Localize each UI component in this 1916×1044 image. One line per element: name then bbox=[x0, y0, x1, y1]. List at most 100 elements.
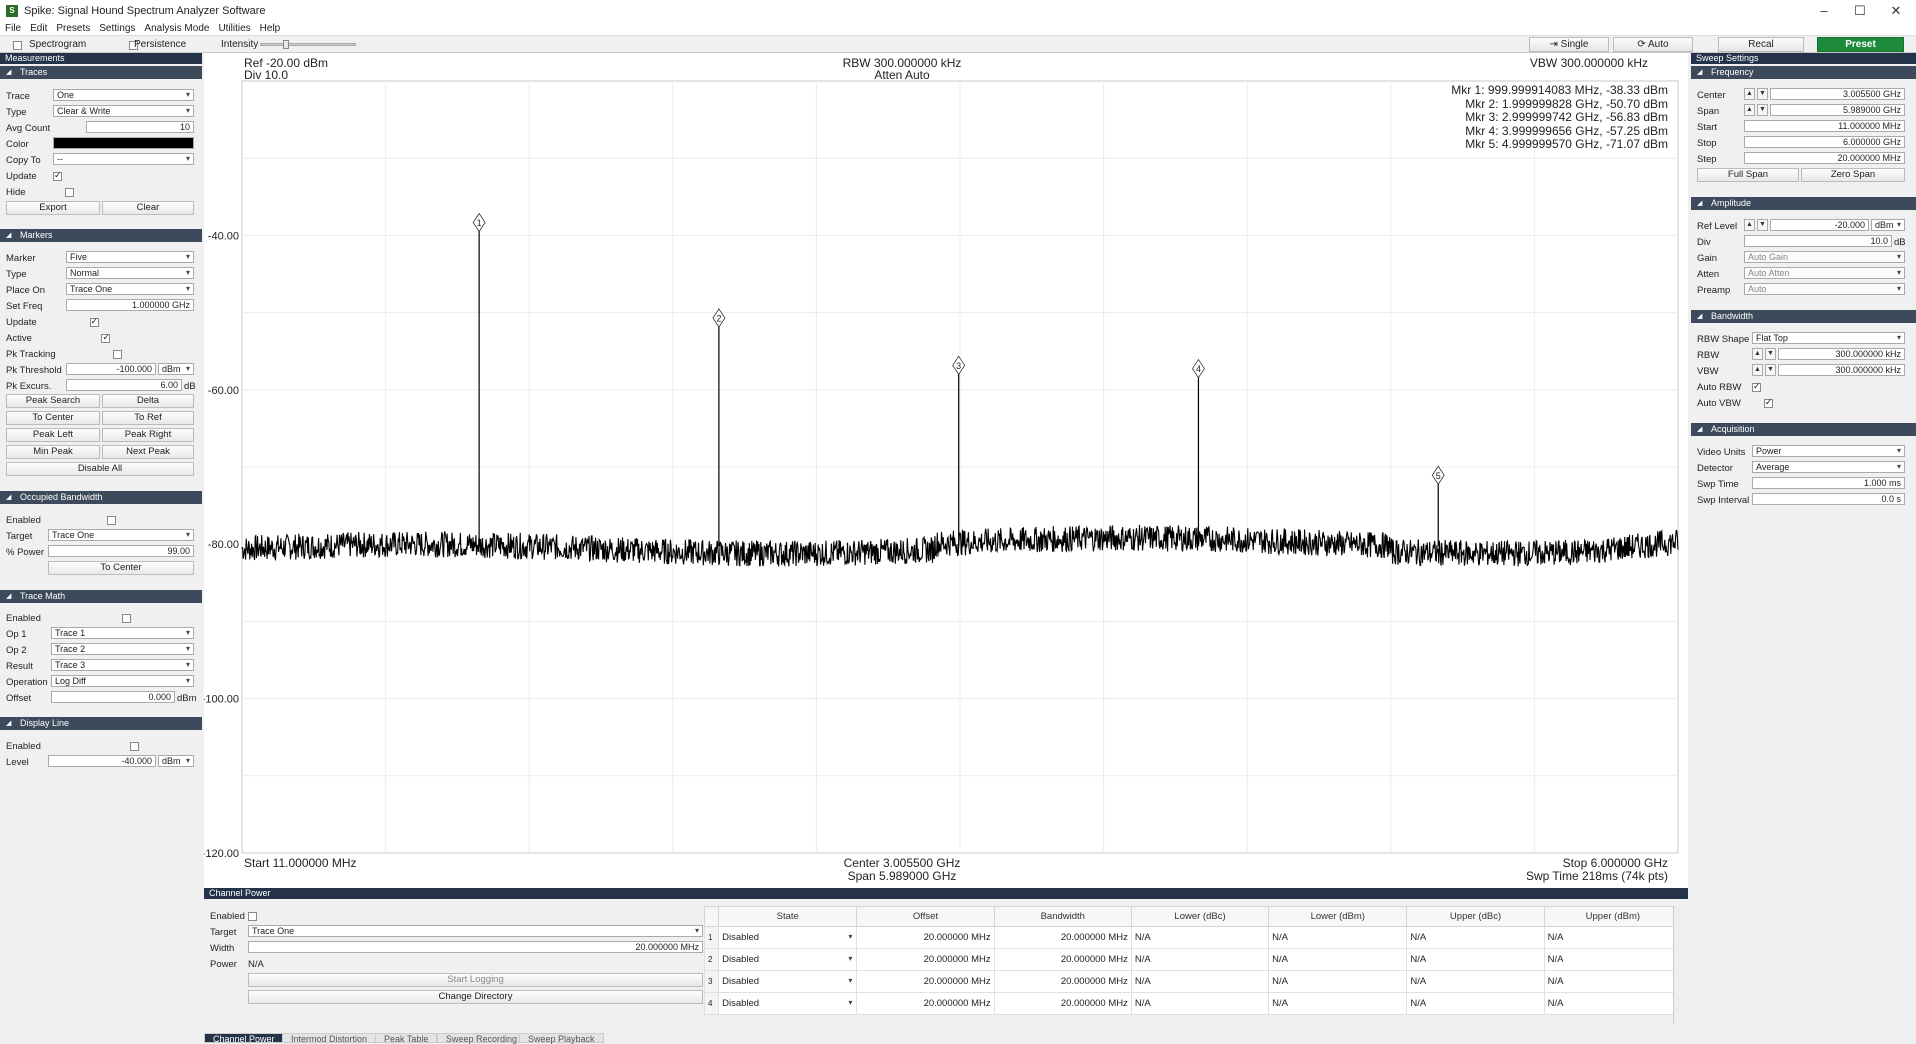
rbw-down-icon[interactable]: ▼ bbox=[1765, 348, 1776, 360]
menu-edit[interactable]: Edit bbox=[30, 23, 47, 34]
vbw-down-icon[interactable]: ▼ bbox=[1765, 364, 1776, 376]
display-line-section-header[interactable]: Display Line bbox=[0, 717, 202, 730]
change-directory-button[interactable]: Change Directory bbox=[248, 990, 703, 1004]
tm-enabled-checkbox[interactable] bbox=[121, 613, 131, 623]
swp-time-input[interactable]: 1.000 ms bbox=[1752, 477, 1905, 489]
marker-select[interactable]: Five bbox=[66, 251, 194, 263]
trace-math-section-header[interactable]: Trace Math bbox=[0, 590, 202, 603]
row-state-select[interactable]: Disabled ▾ bbox=[718, 948, 858, 971]
obw-target-select[interactable]: Trace One bbox=[48, 529, 194, 541]
obw-power-input[interactable]: 99.00 bbox=[48, 545, 194, 557]
next-peak-button[interactable]: Next Peak bbox=[102, 445, 194, 459]
auto-vbw-checkbox[interactable] bbox=[1763, 397, 1773, 408]
table-row[interactable]: 1 Disabled ▾ 20.000000 MHz 20.000000 MHz N/A N… bbox=[703, 926, 1683, 949]
preset-button[interactable]: Preset bbox=[1817, 37, 1904, 52]
marker-active-checkbox[interactable] bbox=[101, 332, 111, 343]
span-input[interactable]: 5.989000 GHz bbox=[1770, 104, 1905, 116]
menu-analysis-mode[interactable]: Analysis Mode bbox=[144, 23, 209, 34]
rbw-up-icon[interactable]: ▲ bbox=[1752, 348, 1763, 360]
frequency-section-header[interactable]: Frequency bbox=[1691, 66, 1916, 79]
trace-type-select[interactable]: Clear & Write bbox=[53, 105, 194, 117]
span-up-icon[interactable]: ▲ bbox=[1744, 104, 1755, 116]
auto-rbw-checkbox[interactable] bbox=[1752, 381, 1761, 392]
span-down-icon[interactable]: ▼ bbox=[1757, 104, 1768, 116]
ref-down-icon[interactable]: ▼ bbox=[1757, 219, 1768, 231]
spectrogram-checkbox[interactable] bbox=[13, 40, 22, 50]
disable-all-button[interactable]: Disable All bbox=[6, 462, 194, 476]
row-state-select[interactable]: Disabled ▾ bbox=[718, 926, 858, 949]
tm-offset-input[interactable]: 0.000 bbox=[51, 691, 175, 703]
table-row[interactable]: 3 Disabled ▾ 20.000000 MHz 20.000000 MHz N/A N… bbox=[703, 970, 1683, 993]
avg-count-input[interactable]: 10 bbox=[86, 121, 194, 133]
peak-search-button[interactable]: Peak Search bbox=[6, 394, 100, 408]
pk-threshold-input[interactable]: -100.000 bbox=[66, 363, 156, 375]
acquisition-section-header[interactable]: Acquisition bbox=[1691, 423, 1916, 436]
obw-to-center-button[interactable]: To Center bbox=[48, 561, 194, 575]
peak-right-button[interactable]: Peak Right bbox=[102, 428, 194, 442]
cp-enabled-checkbox[interactable] bbox=[248, 911, 257, 921]
auto-button[interactable]: ⟳ Auto bbox=[1613, 37, 1693, 52]
single-button[interactable]: ⇥ Single bbox=[1529, 37, 1609, 52]
menu-presets[interactable]: Presets bbox=[56, 23, 90, 34]
gain-select[interactable]: Auto Gain bbox=[1744, 251, 1905, 263]
min-peak-button[interactable]: Min Peak bbox=[6, 445, 100, 459]
trace-color-swatch[interactable] bbox=[53, 137, 194, 149]
start-logging-button[interactable]: Start Logging bbox=[248, 973, 703, 987]
to-ref-button[interactable]: To Ref bbox=[102, 411, 194, 425]
intensity-slider[interactable] bbox=[260, 40, 356, 49]
spectrum-graph[interactable]: -40.00 -60.00 -80.00 -100.00 -120.00 1 2 3 4 5 bbox=[204, 53, 1688, 888]
start-freq-input[interactable]: 11.000000 MHz bbox=[1744, 120, 1905, 132]
center-down-icon[interactable]: ▼ bbox=[1757, 88, 1768, 100]
center-freq-input[interactable]: 3.005500 GHz bbox=[1770, 88, 1905, 100]
copy-to-select[interactable]: -- bbox=[53, 153, 194, 165]
detector-select[interactable]: Average bbox=[1752, 461, 1905, 473]
to-center-button[interactable]: To Center bbox=[6, 411, 100, 425]
trace-update-checkbox[interactable] bbox=[53, 170, 62, 181]
ref-up-icon[interactable]: ▲ bbox=[1744, 219, 1755, 231]
rbw-shape-select[interactable]: Flat Top bbox=[1752, 332, 1905, 344]
menu-help[interactable]: Help bbox=[260, 23, 281, 34]
table-scrollbar[interactable] bbox=[1673, 906, 1682, 1024]
clear-button[interactable]: Clear bbox=[102, 201, 194, 215]
op1-select[interactable]: Trace 1 bbox=[51, 627, 194, 639]
export-button[interactable]: Export bbox=[6, 201, 100, 215]
dl-level-input[interactable]: -40.000 bbox=[48, 755, 156, 767]
dl-level-unit-select[interactable]: dBm bbox=[158, 755, 194, 767]
delta-button[interactable]: Delta bbox=[102, 394, 194, 408]
table-row[interactable]: 4 Disabled ▾ 20.000000 MHz 20.000000 MHz N/A N… bbox=[703, 992, 1683, 1015]
step-input[interactable]: 20.000000 MHz bbox=[1744, 152, 1905, 164]
cp-width-input[interactable]: 20.000000 MHz bbox=[248, 941, 703, 953]
tab-channel-power[interactable]: Channel Power bbox=[204, 1033, 284, 1044]
trace-select[interactable]: One bbox=[53, 89, 194, 101]
cp-target-select[interactable]: Trace One bbox=[248, 925, 703, 937]
table-row[interactable]: 2 Disabled ▾ 20.000000 MHz 20.000000 MHz N/A N… bbox=[703, 948, 1683, 971]
zero-span-button[interactable]: Zero Span bbox=[1801, 168, 1905, 182]
bandwidth-section-header[interactable]: Bandwidth bbox=[1691, 310, 1916, 323]
place-on-select[interactable]: Trace One bbox=[66, 283, 194, 295]
marker-type-select[interactable]: Normal bbox=[66, 267, 194, 279]
menu-file[interactable]: File bbox=[5, 23, 21, 34]
result-select[interactable]: Trace 3 bbox=[51, 659, 194, 671]
tab-intermod-distortion[interactable]: Intermod Distortion bbox=[282, 1033, 377, 1044]
video-units-select[interactable]: Power bbox=[1752, 445, 1905, 457]
markers-section-header[interactable]: Markers bbox=[0, 229, 202, 242]
close-icon[interactable]: ✕ bbox=[1878, 0, 1914, 21]
pk-tracking-checkbox[interactable] bbox=[113, 349, 123, 359]
stop-freq-input[interactable]: 6.000000 GHz bbox=[1744, 136, 1905, 148]
set-freq-input[interactable]: 1.000000 GHz bbox=[66, 299, 194, 311]
row-state-select[interactable]: Disabled ▾ bbox=[718, 970, 858, 993]
atten-select[interactable]: Auto Atten bbox=[1744, 267, 1905, 279]
ref-unit-select[interactable]: dBm bbox=[1871, 219, 1905, 231]
recal-button[interactable]: Recal bbox=[1718, 37, 1804, 52]
trace-hide-checkbox[interactable] bbox=[64, 187, 74, 197]
spectrum-plot[interactable]: Ref -20.00 dBm Div 10.0 RBW 300.000000 k… bbox=[204, 53, 1688, 888]
menu-settings[interactable]: Settings bbox=[99, 23, 135, 34]
swp-interval-input[interactable]: 0.0 s bbox=[1752, 493, 1905, 505]
tab-sweep-playback[interactable]: Sweep Playback bbox=[519, 1033, 604, 1044]
rbw-input[interactable]: 300.000000 kHz bbox=[1778, 348, 1905, 360]
row-state-select[interactable]: Disabled ▾ bbox=[718, 992, 858, 1015]
operation-select[interactable]: Log Diff bbox=[51, 675, 194, 687]
op2-select[interactable]: Trace 2 bbox=[51, 643, 194, 655]
intensity-slider-handle[interactable] bbox=[283, 40, 289, 49]
occupied-bandwidth-section-header[interactable]: Occupied Bandwidth bbox=[0, 491, 202, 504]
